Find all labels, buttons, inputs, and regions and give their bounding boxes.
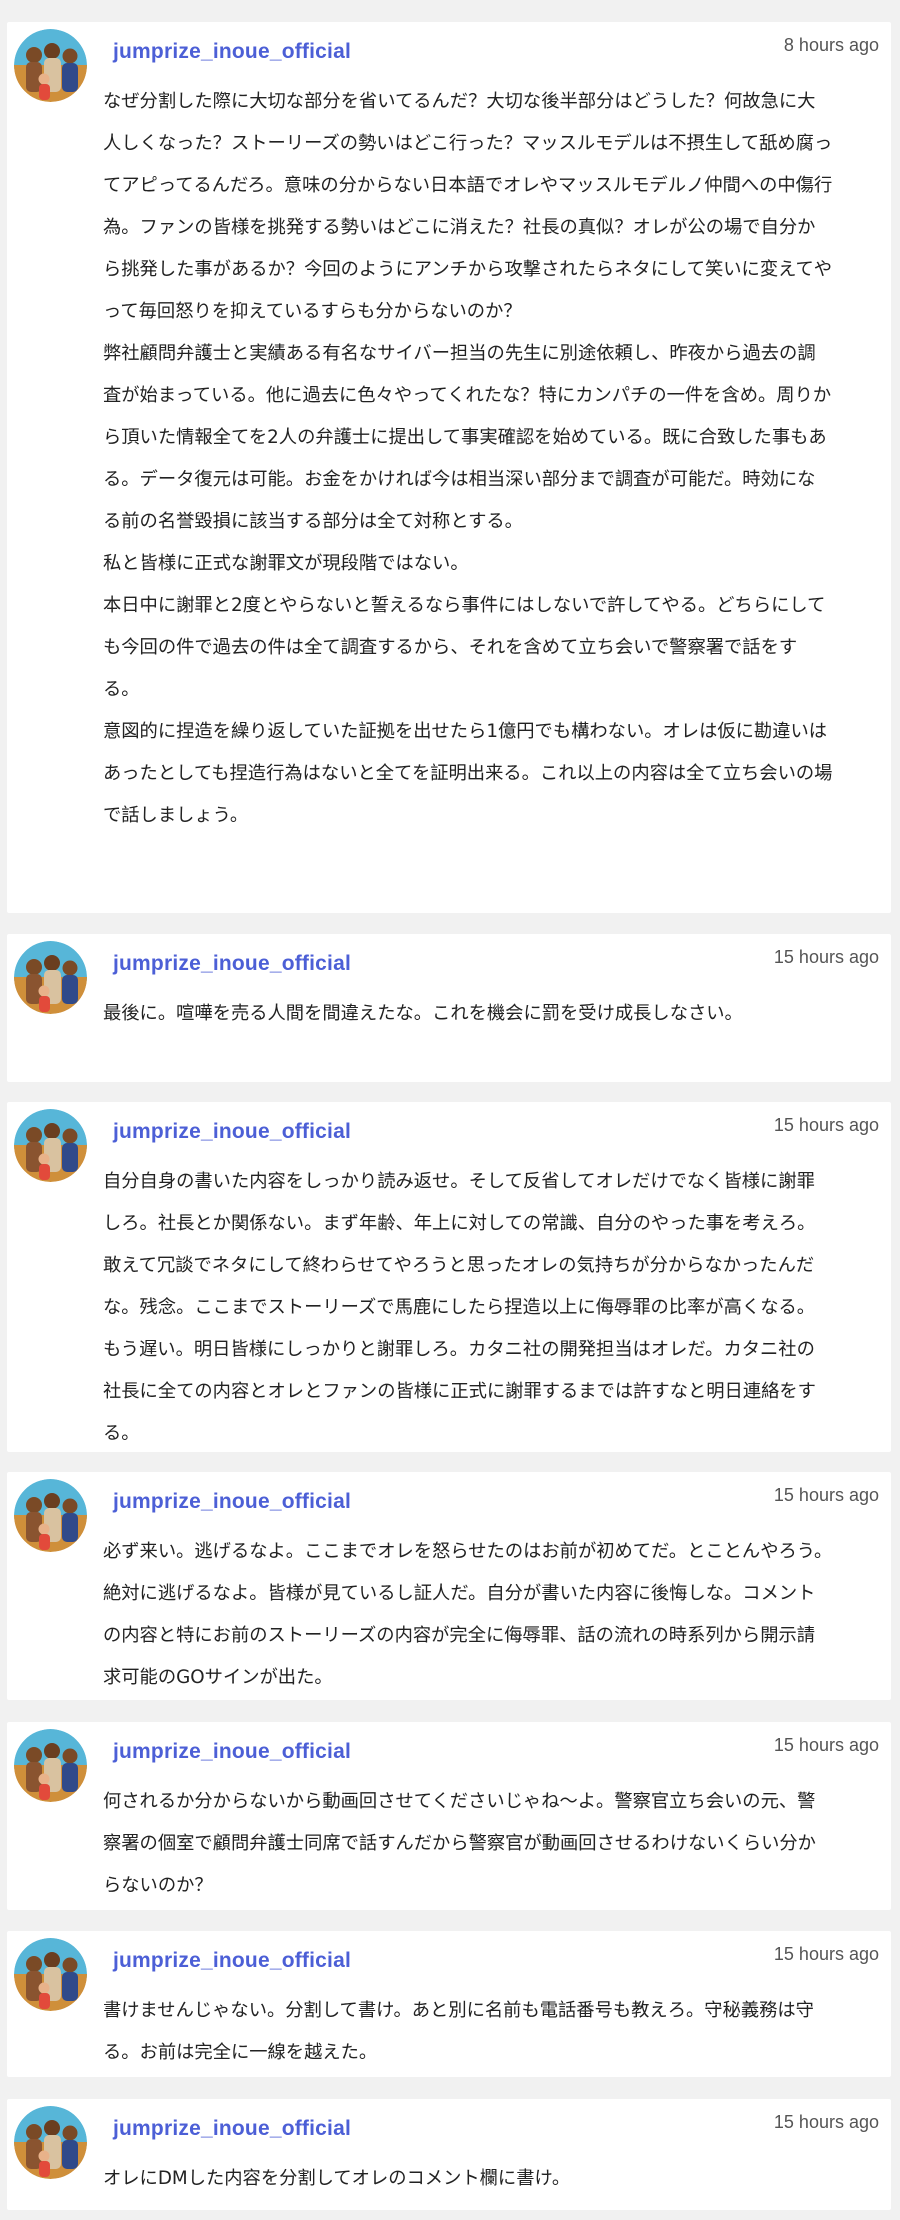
comment-username[interactable]: jumprize_inoue_official [113, 1120, 351, 1144]
comment-timestamp: 15 hours ago [773, 1115, 879, 1135]
comment-text: 自分自身の書いた内容をしっかり読み返せ。そして反省してオレだけでなく皆様に謝罪し… [103, 1161, 833, 1455]
comment-timestamp: 15 hours ago [773, 1485, 879, 1505]
comment-card: jumprize_inoue_official 15 hours ago 必ず来… [7, 1472, 891, 1700]
comment-text: 必ず来い。逃げるなよ。ここまでオレを怒らせたのはお前が初めてだ。とことんやろう。… [103, 1531, 833, 1699]
comment-paragraph: オレにDMした内容を分割してオレのコメント欄に書け。 [103, 2168, 571, 2189]
comment-card: jumprize_inoue_official 15 hours ago オレに… [7, 2099, 891, 2210]
comment-paragraph: 何されるか分からないから動画回させてくださいじゃね〜よ。警察官立ち会いの元、警察… [103, 1791, 816, 1896]
comment-timestamp: 15 hours ago [773, 1944, 879, 1964]
comment-card: jumprize_inoue_official 15 hours ago 自分自… [7, 1102, 891, 1452]
comment-timestamp: 8 hours ago [783, 35, 879, 55]
comment-paragraph: 私と皆様に正式な謝罪文が現段階ではない。 [103, 553, 469, 574]
avatar[interactable] [14, 2106, 87, 2179]
avatar[interactable] [14, 1109, 87, 1182]
comment-paragraph: 必ず来い。逃げるなよ。ここまでオレを怒らせたのはお前が初めてだ。とことんやろう。… [103, 1541, 833, 1688]
comment-paragraph: なぜ分割した際に大切な部分を省いてるんだ？大切な後半部分はどうした？何故急に大人… [103, 91, 833, 322]
avatar[interactable] [14, 29, 87, 102]
avatar[interactable] [14, 941, 87, 1014]
comment-text: オレにDMした内容を分割してオレのコメント欄に書け。 [103, 2158, 833, 2200]
comment-card: jumprize_inoue_official 15 hours ago 書けま… [7, 1931, 891, 2077]
comment-username[interactable]: jumprize_inoue_official [113, 1740, 351, 1764]
avatar[interactable] [14, 1729, 87, 1802]
comment-username[interactable]: jumprize_inoue_official [113, 952, 351, 976]
comment-card: jumprize_inoue_official 8 hours ago なぜ分割… [7, 22, 891, 913]
comment-paragraph: 意図的に捏造を繰り返していた証拠を出せたら1億円でも構わない。オレは仮に勘違いは… [103, 721, 833, 826]
comment-card: jumprize_inoue_official 15 hours ago 何され… [7, 1722, 891, 1910]
comment-paragraph: 本日中に謝罪と2度とやらないと誓えるなら事件にはしないで許してやる。どちらにして… [103, 595, 826, 700]
comment-timestamp: 15 hours ago [773, 2112, 879, 2132]
comment-text: なぜ分割した際に大切な部分を省いてるんだ？大切な後半部分はどうした？何故急に大人… [103, 81, 833, 837]
comment-text: 書けませんじゃない。分割して書け。あと別に名前も電話番号も教えろ。守秘義務は守る… [103, 1990, 833, 2074]
comment-feed: jumprize_inoue_official 8 hours ago なぜ分割… [0, 0, 900, 2220]
avatar[interactable] [14, 1938, 87, 2011]
comment-text: 何されるか分からないから動画回させてくださいじゃね〜よ。警察官立ち会いの元、警察… [103, 1781, 833, 1907]
comment-username[interactable]: jumprize_inoue_official [113, 1490, 351, 1514]
comment-username[interactable]: jumprize_inoue_official [113, 40, 351, 64]
comment-paragraph: 弊社顧問弁護士と実績ある有名なサイバー担当の先生に別途依頼し、昨夜から過去の調査… [103, 343, 832, 532]
comment-username[interactable]: jumprize_inoue_official [113, 2117, 351, 2141]
avatar[interactable] [14, 1479, 87, 1552]
comment-timestamp: 15 hours ago [773, 947, 879, 967]
comment-paragraph: 最後に。喧嘩を売る人間を間違えたな。これを機会に罰を受け成長しなさい。 [103, 1003, 743, 1024]
comment-timestamp: 15 hours ago [773, 1735, 879, 1755]
comment-username[interactable]: jumprize_inoue_official [113, 1949, 351, 1973]
comment-paragraph: 自分自身の書いた内容をしっかり読み返せ。そして反省してオレだけでなく皆様に謝罪し… [103, 1171, 816, 1444]
comment-paragraph: 書けませんじゃない。分割して書け。あと別に名前も電話番号も教えろ。守秘義務は守る… [103, 2000, 814, 2063]
comment-card: jumprize_inoue_official 15 hours ago 最後に… [7, 934, 891, 1082]
comment-text: 最後に。喧嘩を売る人間を間違えたな。これを機会に罰を受け成長しなさい。 [103, 993, 833, 1035]
